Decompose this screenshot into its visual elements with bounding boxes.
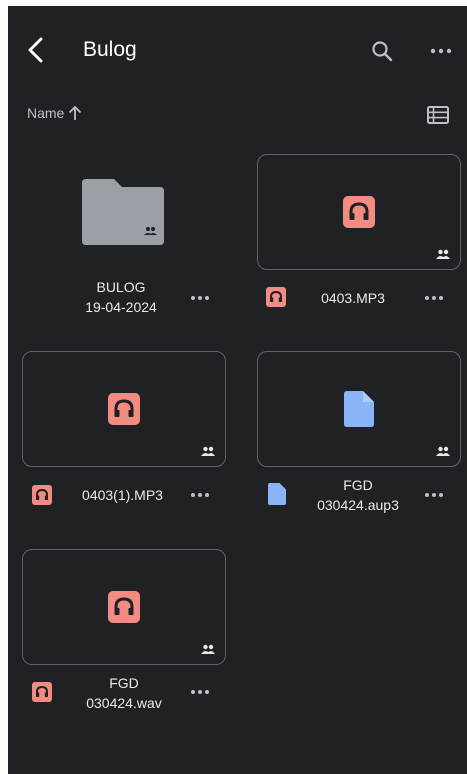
file-name-line2: 030424.wav (86, 695, 162, 711)
more-horizontal-icon (425, 296, 443, 300)
headphones-icon (343, 196, 375, 228)
file-more-button[interactable] (188, 487, 212, 503)
back-button[interactable] (24, 36, 48, 64)
shared-people-icon (201, 644, 215, 654)
more-horizontal-icon (191, 690, 209, 694)
file-icon (344, 391, 374, 427)
folder-shared-icon (82, 179, 164, 245)
file-more-button[interactable] (422, 487, 446, 503)
file-icon (268, 483, 286, 505)
file-card-0403-mp3[interactable] (257, 154, 461, 270)
more-options-button[interactable] (428, 40, 454, 62)
file-name-line1: FGD (109, 675, 139, 691)
file-name: 0403(1).MP3 (82, 487, 163, 503)
file-more-button[interactable] (422, 290, 446, 306)
folder-name: BULOG 19-04-2024 (66, 277, 176, 317)
folder-name-line1: BULOG (96, 279, 146, 295)
chevron-left-icon (28, 37, 43, 63)
more-horizontal-icon (430, 48, 452, 54)
arrow-up-icon (69, 105, 82, 120)
shared-people-icon (436, 249, 450, 259)
folder-date: 19-04-2024 (85, 299, 157, 315)
more-horizontal-icon (191, 493, 209, 497)
file-card-0403-1-mp3[interactable] (22, 351, 226, 467)
search-button[interactable] (370, 39, 394, 63)
search-icon (372, 41, 393, 62)
more-horizontal-icon (191, 296, 209, 300)
file-name: FGD 030424.wav (68, 673, 180, 713)
folder-more-button[interactable] (188, 290, 212, 306)
drive-screen: Bulog Name BULOG 19-04-2024 0403.MP3 040… (8, 6, 467, 774)
file-card-fgd-wav[interactable] (22, 549, 226, 665)
file-more-button[interactable] (188, 684, 212, 700)
folder-bulog[interactable] (80, 177, 166, 252)
file-name: FGD 030424.aup3 (298, 475, 418, 515)
file-name: 0403.MP3 (321, 290, 385, 306)
sort-label: Name (27, 105, 65, 121)
headphones-icon (108, 393, 140, 425)
headphones-icon (266, 287, 286, 307)
headphones-icon (32, 485, 52, 505)
file-card-fgd-aup3[interactable] (257, 351, 461, 467)
shared-people-icon (436, 446, 450, 456)
list-view-icon (427, 106, 449, 124)
list-view-toggle[interactable] (426, 104, 450, 126)
file-name-line1: FGD (343, 477, 373, 493)
headphones-icon (32, 682, 52, 702)
page-title: Bulog (83, 38, 137, 61)
file-name-line2: 030424.aup3 (317, 497, 399, 513)
headphones-icon (108, 591, 140, 623)
shared-people-icon (201, 446, 215, 456)
more-horizontal-icon (425, 493, 443, 497)
sort-control[interactable]: Name (27, 105, 83, 121)
